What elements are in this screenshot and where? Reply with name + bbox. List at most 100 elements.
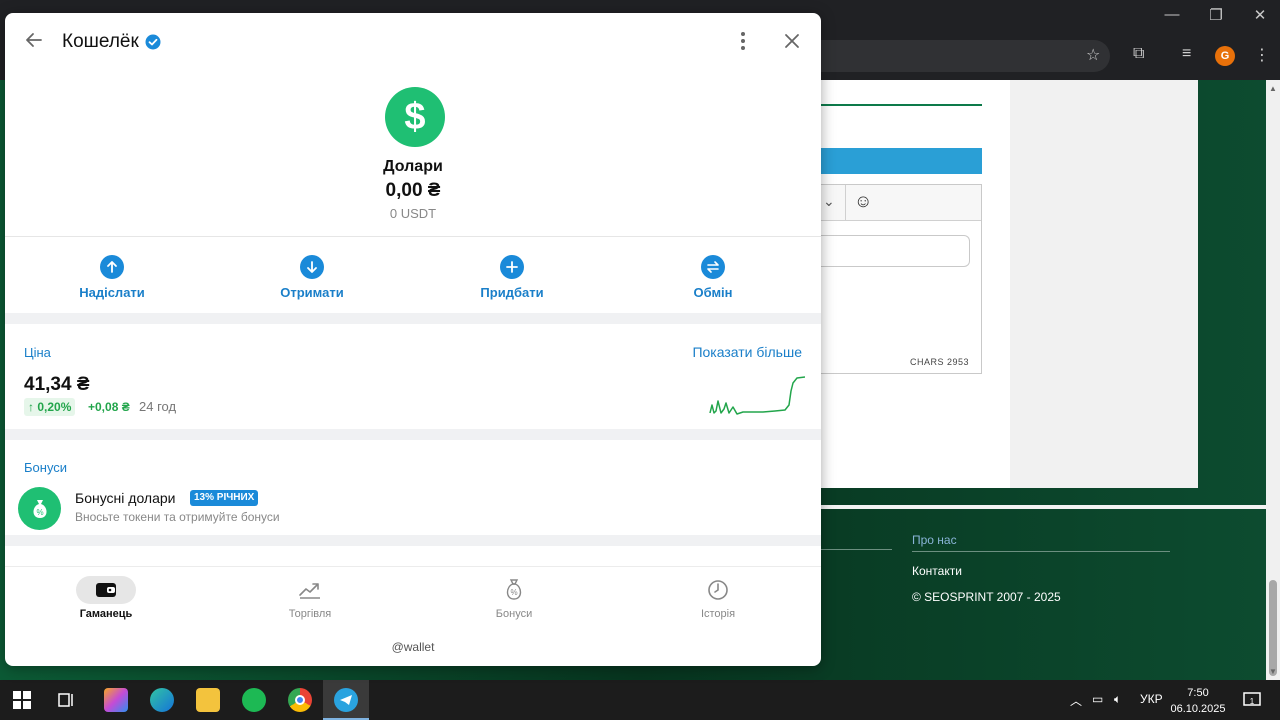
- file-explorer-icon[interactable]: [196, 688, 220, 712]
- money-bag-icon: %: [484, 576, 544, 604]
- address-bar[interactable]: [800, 40, 1110, 72]
- divider: [5, 236, 821, 237]
- telegram-icon[interactable]: [334, 688, 358, 712]
- clock-icon: [688, 576, 748, 604]
- scroll-up-icon[interactable]: ▲: [1269, 84, 1277, 93]
- page-divider: [820, 104, 982, 106]
- tray-expand-icon[interactable]: ︿: [1070, 692, 1082, 709]
- clock-date: 06.10.2025: [1170, 703, 1226, 715]
- close-icon: [785, 34, 799, 48]
- bonuses-section-title: Бонуси: [24, 460, 68, 475]
- arrow-up-icon: [100, 255, 124, 279]
- edge-browser-icon[interactable]: [150, 688, 174, 712]
- taskbar-clock[interactable]: 7:50 06.10.2025: [1168, 685, 1228, 717]
- sparkline-path: [709, 376, 805, 415]
- buy-label: Придбати: [480, 285, 544, 300]
- restore-button[interactable]: ❐: [1196, 6, 1236, 24]
- page-footer-separator: [820, 505, 1280, 509]
- scroll-thumb[interactable]: [1269, 580, 1277, 676]
- section-gap: [5, 429, 821, 440]
- trend-icon: [280, 576, 340, 604]
- chevron-down-icon[interactable]: ⌄: [823, 193, 835, 210]
- spotify-icon[interactable]: [242, 688, 266, 712]
- bookmark-star-icon[interactable]: ☆: [1086, 45, 1100, 65]
- exchange-label: Обмін: [693, 285, 733, 300]
- asset-name: Долари: [383, 158, 443, 175]
- section-gap: [5, 313, 821, 324]
- more-options-button[interactable]: [733, 29, 753, 53]
- chrome-icon[interactable]: [288, 688, 312, 712]
- money-bag-icon[interactable]: %: [18, 487, 61, 530]
- language-indicator[interactable]: УКР: [1140, 692, 1163, 706]
- footer-divider: [820, 549, 892, 550]
- svg-text:%: %: [510, 588, 517, 597]
- media-control-icon[interactable]: ≡: [1182, 45, 1191, 63]
- section-gap: [5, 535, 821, 546]
- buy-button[interactable]: Придбати: [447, 255, 577, 300]
- minimize-button[interactable]: —: [1152, 6, 1192, 23]
- page-sidebar: [1010, 80, 1198, 488]
- exchange-button[interactable]: Обмін: [648, 255, 778, 300]
- price-value: 41,34 ₴: [24, 374, 90, 395]
- nav-history[interactable]: Історія: [653, 576, 783, 620]
- send-label: Надіслати: [79, 285, 145, 300]
- copilot-icon[interactable]: [104, 688, 128, 712]
- windows-taskbar: ︿ ▭ 🔈︎ УКР 7:50 06.10.2025 1: [0, 680, 1280, 720]
- receive-button[interactable]: Отримати: [247, 255, 377, 300]
- footer-link-contacts[interactable]: Контакти: [912, 564, 1170, 578]
- verified-badge-icon: [145, 34, 161, 50]
- bonus-rate-badge: 13% РІЧНИХ: [190, 490, 259, 506]
- volume-icon[interactable]: 🔈︎: [1114, 692, 1121, 707]
- editor-input[interactable]: [820, 235, 970, 267]
- nav-bonuses-label: Бонуси: [495, 608, 533, 620]
- price-sparkline[interactable]: [705, 373, 805, 419]
- asset-crypto-balance: 0 USDT: [389, 206, 437, 221]
- profile-avatar[interactable]: G: [1215, 46, 1235, 66]
- exchange-icon: [701, 255, 725, 279]
- browser-menu-icon[interactable]: ⋮: [1254, 45, 1270, 65]
- scroll-down-icon[interactable]: ▼: [1269, 667, 1277, 676]
- nav-bonuses[interactable]: % Бонуси: [449, 576, 579, 620]
- window-close-button[interactable]: ✕: [1240, 6, 1280, 24]
- receive-label: Отримати: [280, 285, 344, 300]
- modal-title: Кошелёк: [62, 31, 139, 52]
- show-more-link[interactable]: Показати більше: [5, 344, 802, 360]
- text-editor[interactable]: ⌄ ☺ CHARS 2953: [820, 184, 982, 374]
- send-button[interactable]: Надіслати: [47, 255, 177, 300]
- notification-count: 1: [1250, 697, 1255, 706]
- price-change-period: 24 год: [139, 399, 177, 414]
- nav-history-label: Історія: [700, 608, 736, 620]
- toolbar-separator: [845, 185, 846, 221]
- svg-text:%: %: [36, 508, 43, 517]
- bot-handle[interactable]: @wallet: [5, 640, 821, 654]
- price-change-percent: ↑ 0,20%: [24, 398, 76, 416]
- arrow-down-icon: [300, 255, 324, 279]
- modal-header: Кошелёк: [5, 13, 821, 69]
- nav-trading[interactable]: Торгівля: [245, 576, 375, 620]
- back-button[interactable]: [22, 28, 46, 52]
- bonus-description: Вносьте токени та отримуйте бонуси: [75, 510, 280, 524]
- bottom-nav-divider: [5, 566, 821, 567]
- nav-wallet[interactable]: Гаманець: [41, 576, 171, 620]
- notifications-icon[interactable]: 1: [1240, 688, 1264, 712]
- arrow-left-icon: [26, 33, 42, 47]
- bonus-item-title[interactable]: Бонусні долари: [75, 490, 176, 506]
- nav-wallet-label: Гаманець: [79, 608, 133, 620]
- editor-toolbar: ⌄ ☺: [820, 185, 981, 221]
- footer-copyright: © SEOSPRINT 2007 - 2025: [912, 590, 1061, 604]
- nav-trading-label: Торгівля: [288, 608, 332, 620]
- clock-time: 7:50: [1187, 687, 1209, 699]
- page-scrollbar[interactable]: ▲ ▼: [1266, 80, 1280, 680]
- plus-icon: [500, 255, 524, 279]
- windows-start-icon[interactable]: [10, 688, 34, 712]
- close-button[interactable]: [781, 30, 803, 52]
- footer-column: Про нас Контакти © SEOSPRINT 2007 - 2025: [912, 533, 1170, 604]
- extensions-icon[interactable]: ⧉: [1133, 45, 1144, 63]
- footer-heading[interactable]: Про нас: [912, 533, 1170, 552]
- dollar-icon: $: [385, 87, 445, 147]
- task-view-icon[interactable]: [55, 688, 79, 712]
- network-icon[interactable]: ▭: [1092, 692, 1103, 706]
- wallet-icon: [76, 576, 136, 604]
- emoji-icon[interactable]: ☺: [854, 191, 872, 212]
- more-vertical-icon: [741, 32, 745, 50]
